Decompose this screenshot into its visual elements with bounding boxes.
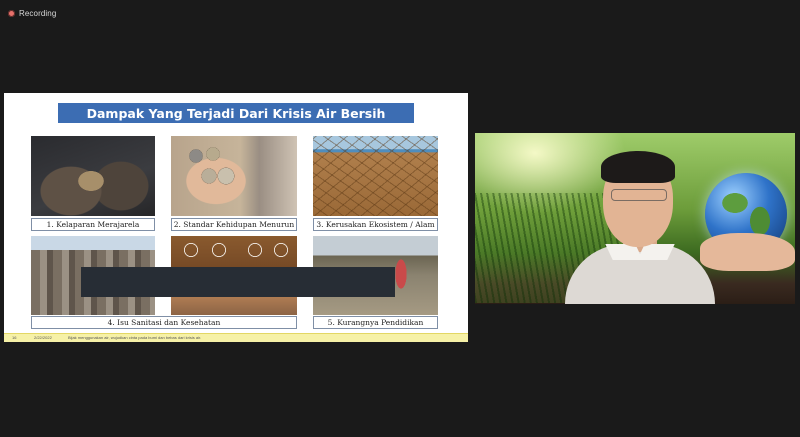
redaction-bar [81, 267, 395, 297]
coins-image [171, 136, 297, 216]
slide-tile-4: 4. Isu Sanitasi dan Kesehatan [31, 315, 297, 329]
slide-tile-2: 2. Standar Kehidupan Menurun [171, 136, 297, 231]
presenter [565, 143, 715, 304]
slide-footer: 16 2/22/2022 Bijak menggunakan air, wuju… [4, 333, 468, 342]
slide-title: Dampak Yang Terjadi Dari Krisis Air Bers… [58, 103, 414, 123]
slide-tile-3: 3. Kerusakan Ekosistem / Alam [313, 136, 438, 231]
tile-caption: 2. Standar Kehidupan Menurun [171, 218, 297, 231]
record-icon [8, 9, 15, 17]
footer-date: 2/22/2022 [34, 335, 52, 340]
tile-caption: 5. Kurangnya Pendidikan [313, 316, 438, 329]
drought-image [313, 136, 438, 216]
shared-slide: Dampak Yang Terjadi Dari Krisis Air Bers… [4, 93, 468, 342]
tile-caption: 4. Isu Sanitasi dan Kesehatan [31, 316, 297, 329]
tile-caption: 3. Kerusakan Ekosistem / Alam [313, 218, 438, 231]
recording-indicator: Recording [8, 6, 56, 20]
hair [601, 151, 675, 183]
participant-video[interactable] [475, 133, 795, 304]
footer-text: Bijak menggunakan air, wujudkan cinta pa… [68, 335, 202, 340]
glasses [611, 189, 667, 201]
tile-caption: 1. Kelaparan Merajarela [31, 218, 155, 231]
recording-label: Recording [19, 8, 57, 18]
slide-tile-1: 1. Kelaparan Merajarela [31, 136, 155, 231]
hunger-image [31, 136, 155, 216]
footer-page: 16 [12, 335, 17, 340]
